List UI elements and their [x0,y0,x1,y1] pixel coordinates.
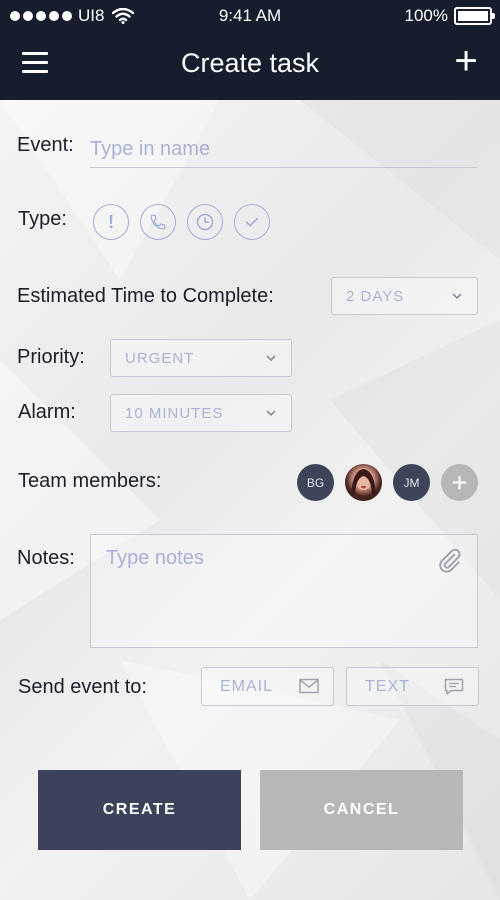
exclamation-icon[interactable]: ! [93,204,129,240]
alarm-select[interactable]: 10 MINUTES [110,394,292,432]
chevron-down-icon [452,293,462,300]
type-label: Type: [18,208,67,230]
send-event-label: Send event to: [18,676,147,698]
phone-icon[interactable] [140,204,176,240]
battery-status: 100% [404,6,495,26]
battery-level [458,11,488,21]
checkmark-icon[interactable] [234,204,270,240]
priority-value: URGENT [125,349,195,367]
nav-bar: Create task + [0,32,500,100]
status-bar: UI8 9:41 AM 100% [0,0,500,32]
event-name-input[interactable] [90,132,478,168]
envelope-icon [299,678,319,694]
send-email-label: EMAIL [220,677,274,695]
estimated-time-label: Estimated Time to Complete: [17,285,274,307]
alarm-value: 10 MINUTES [125,404,224,422]
send-text-label: TEXT [365,677,410,695]
estimated-time-value: 2 DAYS [346,287,405,305]
send-text-button[interactable]: TEXT [346,667,479,706]
page-title: Create task [180,48,320,78]
avatar[interactable]: JM [393,464,430,501]
event-label: Event: [17,134,74,156]
chevron-down-icon [266,355,276,362]
alarm-label: Alarm: [18,401,76,423]
priority-select[interactable]: URGENT [110,339,292,377]
notes-label: Notes: [17,547,75,569]
hamburger-menu-icon[interactable] [22,52,48,78]
cancel-button[interactable]: CANCEL [260,770,463,850]
paperclip-icon[interactable] [436,546,462,574]
priority-label: Priority: [17,346,85,368]
create-task-form: Event: Type: ! Estimated Time to Complet… [0,100,500,900]
team-members-label: Team members: [18,470,162,492]
create-button[interactable]: CREATE [38,770,241,850]
avatar-photo[interactable] [345,464,382,501]
battery-percent: 100% [404,6,448,25]
chat-bubble-icon [444,678,464,695]
type-selector: ! [93,204,270,240]
chevron-down-icon [266,410,276,417]
add-member-button[interactable]: + [441,464,478,501]
plus-icon[interactable]: + [450,41,482,81]
notes-textarea[interactable] [90,534,478,648]
clock-icon[interactable] [187,204,223,240]
estimated-time-select[interactable]: 2 DAYS [331,277,478,315]
avatar[interactable]: BG [297,464,334,501]
battery-icon [454,7,495,25]
top-bar: UI8 9:41 AM 100% Create task + [0,0,500,100]
team-members-list: BG JM + [297,464,478,501]
person-photo-icon [351,469,376,494]
send-email-button[interactable]: EMAIL [201,667,334,706]
